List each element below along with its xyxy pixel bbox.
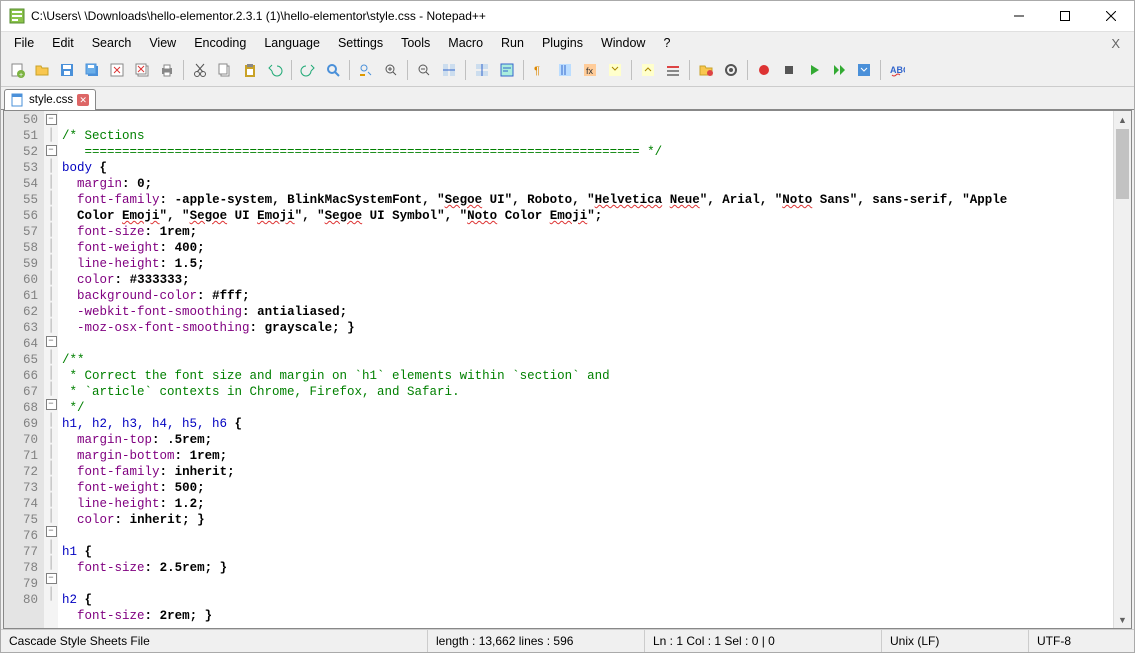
svg-text:ABC: ABC bbox=[890, 65, 905, 75]
status-position: Ln : 1 Col : 1 Sel : 0 | 0 bbox=[645, 630, 882, 652]
menu-encoding[interactable]: Encoding bbox=[185, 34, 255, 52]
menu-file[interactable]: File bbox=[5, 34, 43, 52]
close-button[interactable] bbox=[1088, 1, 1134, 31]
status-length: length : 13,662 lines : 596 bbox=[428, 630, 645, 652]
menu-view[interactable]: View bbox=[140, 34, 185, 52]
svg-text:+: + bbox=[19, 72, 23, 78]
zoom-in-icon[interactable] bbox=[379, 58, 403, 82]
menu-edit[interactable]: Edit bbox=[43, 34, 83, 52]
menu-plugins[interactable]: Plugins bbox=[533, 34, 592, 52]
fold-column: −│−│││││││││││−│││−│││││││−││−│ bbox=[44, 111, 58, 628]
tab-bar: style.css ✕ bbox=[1, 87, 1134, 110]
tab-style-css[interactable]: style.css ✕ bbox=[4, 89, 96, 110]
record-icon[interactable] bbox=[752, 58, 776, 82]
menu-window[interactable]: Window bbox=[592, 34, 654, 52]
svg-text:fx: fx bbox=[586, 66, 594, 76]
redo-icon[interactable] bbox=[296, 58, 320, 82]
indent-guide-icon[interactable] bbox=[553, 58, 577, 82]
scrollbar-thumb[interactable] bbox=[1116, 129, 1129, 199]
spellcheck-icon[interactable]: ABC bbox=[885, 58, 909, 82]
editor-area: 5051525354555657585960616263646566676869… bbox=[3, 110, 1132, 629]
status-filetype: Cascade Style Sheets File bbox=[1, 630, 428, 652]
save-all-icon[interactable] bbox=[80, 58, 104, 82]
scroll-up-icon[interactable]: ▲ bbox=[1114, 111, 1131, 128]
menu-settings[interactable]: Settings bbox=[329, 34, 392, 52]
file-icon bbox=[11, 93, 25, 107]
line-number-gutter: 5051525354555657585960616263646566676869… bbox=[4, 111, 44, 628]
window-title: C:\Users\ \Downloads\hello-elementor.2.3… bbox=[31, 9, 996, 23]
hide-lines-icon[interactable] bbox=[661, 58, 685, 82]
lang-icon[interactable]: fx bbox=[578, 58, 602, 82]
tab-label: style.css bbox=[29, 94, 73, 106]
zoom-out-icon[interactable] bbox=[412, 58, 436, 82]
sync-v-icon[interactable] bbox=[437, 58, 461, 82]
undo-icon[interactable] bbox=[263, 58, 287, 82]
status-bar: Cascade Style Sheets File length : 13,66… bbox=[1, 629, 1134, 652]
title-bar[interactable]: C:\Users\ \Downloads\hello-elementor.2.3… bbox=[1, 1, 1134, 32]
vertical-scrollbar[interactable]: ▲ ▼ bbox=[1113, 111, 1131, 628]
menubar-x[interactable]: X bbox=[1101, 34, 1130, 53]
show-all-icon[interactable]: ¶ bbox=[528, 58, 552, 82]
toolbar: + ¶ fx ABC bbox=[1, 54, 1134, 87]
menu-run[interactable]: Run bbox=[492, 34, 533, 52]
close-all-icon[interactable] bbox=[130, 58, 154, 82]
menu-macro[interactable]: Macro bbox=[439, 34, 492, 52]
scroll-down-icon[interactable]: ▼ bbox=[1114, 611, 1131, 628]
app-icon bbox=[9, 8, 25, 24]
close-icon[interactable] bbox=[105, 58, 129, 82]
menu-language[interactable]: Language bbox=[255, 34, 329, 52]
tab-close-icon[interactable]: ✕ bbox=[77, 94, 89, 106]
save-icon[interactable] bbox=[55, 58, 79, 82]
status-encoding: UTF-8 bbox=[1029, 630, 1135, 652]
code-content[interactable]: /* Sections ============================… bbox=[58, 111, 1113, 628]
find-icon[interactable] bbox=[321, 58, 345, 82]
svg-text:¶: ¶ bbox=[534, 65, 540, 77]
menu-bar: FileEditSearchViewEncodingLanguageSettin… bbox=[1, 32, 1134, 54]
play-multi-icon[interactable] bbox=[827, 58, 851, 82]
maximize-button[interactable] bbox=[1042, 1, 1088, 31]
save-macro-icon[interactable] bbox=[852, 58, 876, 82]
sync-h-icon[interactable] bbox=[470, 58, 494, 82]
menu-help[interactable]: ? bbox=[654, 34, 679, 52]
new-file-icon[interactable]: + bbox=[5, 58, 29, 82]
minimize-button[interactable] bbox=[996, 1, 1042, 31]
paste-icon[interactable] bbox=[238, 58, 262, 82]
unfold-icon[interactable] bbox=[636, 58, 660, 82]
folder-icon[interactable] bbox=[694, 58, 718, 82]
replace-icon[interactable] bbox=[354, 58, 378, 82]
wrap-icon[interactable] bbox=[495, 58, 519, 82]
stop-icon[interactable] bbox=[777, 58, 801, 82]
cut-icon[interactable] bbox=[188, 58, 212, 82]
app-window: C:\Users\ \Downloads\hello-elementor.2.3… bbox=[0, 0, 1135, 653]
status-eol: Unix (LF) bbox=[882, 630, 1029, 652]
copy-icon[interactable] bbox=[213, 58, 237, 82]
fold-icon[interactable] bbox=[603, 58, 627, 82]
play-icon[interactable] bbox=[802, 58, 826, 82]
menu-search[interactable]: Search bbox=[83, 34, 141, 52]
menu-tools[interactable]: Tools bbox=[392, 34, 439, 52]
monitor-icon[interactable] bbox=[719, 58, 743, 82]
open-file-icon[interactable] bbox=[30, 58, 54, 82]
print-icon[interactable] bbox=[155, 58, 179, 82]
